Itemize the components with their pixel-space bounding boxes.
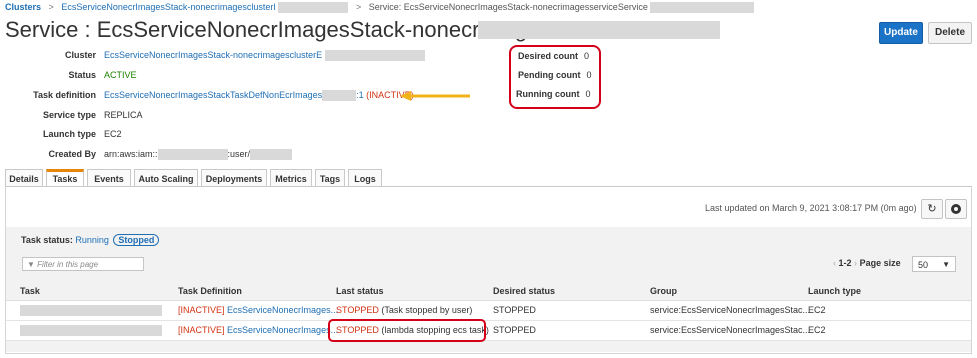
tab-logs[interactable]: Logs <box>348 169 382 187</box>
inactive-prefix: [INACTIVE] <box>178 305 225 315</box>
breadcrumb-separator: > <box>355 2 362 12</box>
filter-input[interactable]: ▼ Filter in this page <box>22 257 144 271</box>
task-definition-link[interactable]: EcsServiceNonecrImages... <box>227 305 338 315</box>
settings-button[interactable] <box>945 199 967 219</box>
tab-metrics[interactable]: Metrics <box>270 169 312 187</box>
desired-status-cell: STOPPED <box>493 305 536 315</box>
column-header-task-definition[interactable]: Task Definition <box>178 286 242 296</box>
last-status-cell: STOPPED (Task stopped by user) <box>336 305 472 315</box>
column-header-launch-type[interactable]: Launch type <box>808 286 861 296</box>
task-definition-link[interactable]: EcsServiceNonecrImagesStackTaskDefNonEcr… <box>104 90 322 100</box>
chevron-down-icon: ▼ <box>942 260 950 269</box>
status-label: Status <box>68 70 96 80</box>
created-by-label: Created By <box>48 149 96 159</box>
desired-status-cell: STOPPED <box>493 325 536 335</box>
last-status-note: (Task stopped by user) <box>381 305 473 315</box>
redacted-block <box>157 149 228 161</box>
task-status-stopped[interactable]: Stopped <box>113 234 160 246</box>
redacted-block <box>324 50 425 62</box>
service-type-label: Service type <box>42 110 96 120</box>
detail-row-cluster: Cluster EcsServiceNonecrImagesStack-none… <box>0 48 500 62</box>
tab-tasks[interactable]: Tasks <box>46 169 84 187</box>
counts-highlight-box <box>509 45 601 109</box>
breadcrumb-cluster-link[interactable]: EcsServiceNonecrImagesStack-nonecrimages… <box>61 2 276 12</box>
page-size-label: Page size <box>859 258 901 268</box>
task-definition-link[interactable]: EcsServiceNonecrImages... <box>227 325 338 335</box>
refresh-button[interactable]: ↻ <box>921 199 943 219</box>
redacted-block <box>650 2 755 14</box>
task-definition-revision[interactable]: :1 <box>356 90 364 100</box>
task-status-label: Task status: <box>21 235 73 245</box>
annotation-arrow-icon <box>400 91 470 101</box>
page-size-select[interactable]: 50 ▼ <box>912 256 956 272</box>
task-definition-label: Task definition <box>33 90 96 100</box>
page-size-value: 50 <box>918 260 929 270</box>
page-range: 1-2 <box>838 258 852 268</box>
gear-icon <box>951 204 961 214</box>
launch-type-value: EC2 <box>104 129 122 139</box>
group-cell: service:EcsServiceNonecrImagesStac... <box>650 325 811 335</box>
redacted-block <box>322 90 357 102</box>
detail-row-status: Status ACTIVE <box>0 68 500 82</box>
prev-page-button[interactable]: ‹ <box>833 258 836 268</box>
delete-button[interactable]: Delete <box>928 22 972 44</box>
task-definition-cell: [INACTIVE] EcsServiceNonecrImages... <box>178 305 338 315</box>
column-header-group[interactable]: Group <box>650 286 677 296</box>
launch-type-label: Launch type <box>42 129 96 139</box>
redacted-block <box>250 149 293 161</box>
redacted-block <box>20 325 162 336</box>
redacted-block <box>20 305 162 316</box>
breadcrumb: Clusters > EcsServiceNonecrImagesStack-n… <box>5 0 755 14</box>
next-page-button[interactable]: › <box>854 258 857 268</box>
tab-details[interactable]: Details <box>5 169 43 187</box>
breadcrumb-current: Service: EcsServiceNonecrImagesStack-non… <box>368 2 648 12</box>
created-by-prefix: arn:aws:iam:: <box>104 149 158 159</box>
inactive-prefix: [INACTIVE] <box>178 325 225 335</box>
detail-row-service-type: Service type REPLICA <box>0 108 500 122</box>
column-header-desired-status[interactable]: Desired status <box>493 286 555 296</box>
breadcrumb-clusters-link[interactable]: Clusters <box>5 2 41 12</box>
column-header-last-status[interactable]: Last status <box>336 286 384 296</box>
task-status-running[interactable]: Running <box>75 235 109 245</box>
redacted-block <box>478 21 720 39</box>
created-by-mid: :user/ <box>227 149 251 159</box>
redacted-block <box>278 2 349 14</box>
detail-row-launch-type: Launch type EC2 <box>0 127 500 141</box>
update-button[interactable]: Update <box>879 22 923 44</box>
breadcrumb-separator: > <box>48 2 54 12</box>
status-value: ACTIVE <box>104 70 137 80</box>
column-header-task[interactable]: Task <box>20 286 40 296</box>
cluster-link[interactable]: EcsServiceNonecrImagesStack-nonecrimages… <box>104 50 322 60</box>
pagination: ‹ 1-2 › Page size <box>833 258 901 268</box>
last-status-value: STOPPED <box>336 305 379 315</box>
launch-type-cell: EC2 <box>808 305 826 315</box>
group-cell: service:EcsServiceNonecrImagesStac... <box>650 305 811 315</box>
cluster-label: Cluster <box>64 50 96 60</box>
task-status-filter: Task status: Running Stopped <box>21 234 160 246</box>
filter-icon: ▼ <box>27 260 35 269</box>
service-type-value: REPLICA <box>104 110 143 120</box>
last-updated-text: Last updated on March 9, 2021 3:08:17 PM… <box>705 203 917 213</box>
detail-row-created-by: Created By arn:aws:iam:::user/ <box>0 147 500 161</box>
filter-placeholder: Filter in this page <box>37 260 99 269</box>
refresh-icon: ↻ <box>927 203 937 215</box>
launch-type-cell: EC2 <box>808 325 826 335</box>
tab-deployments[interactable]: Deployments <box>201 169 267 187</box>
tab-events[interactable]: Events <box>87 169 131 187</box>
tab-tags[interactable]: Tags <box>315 169 345 187</box>
tab-auto-scaling[interactable]: Auto Scaling <box>134 169 198 187</box>
task-definition-cell: [INACTIVE] EcsServiceNonecrImages... <box>178 325 338 335</box>
last-status-highlight-box <box>328 319 486 342</box>
